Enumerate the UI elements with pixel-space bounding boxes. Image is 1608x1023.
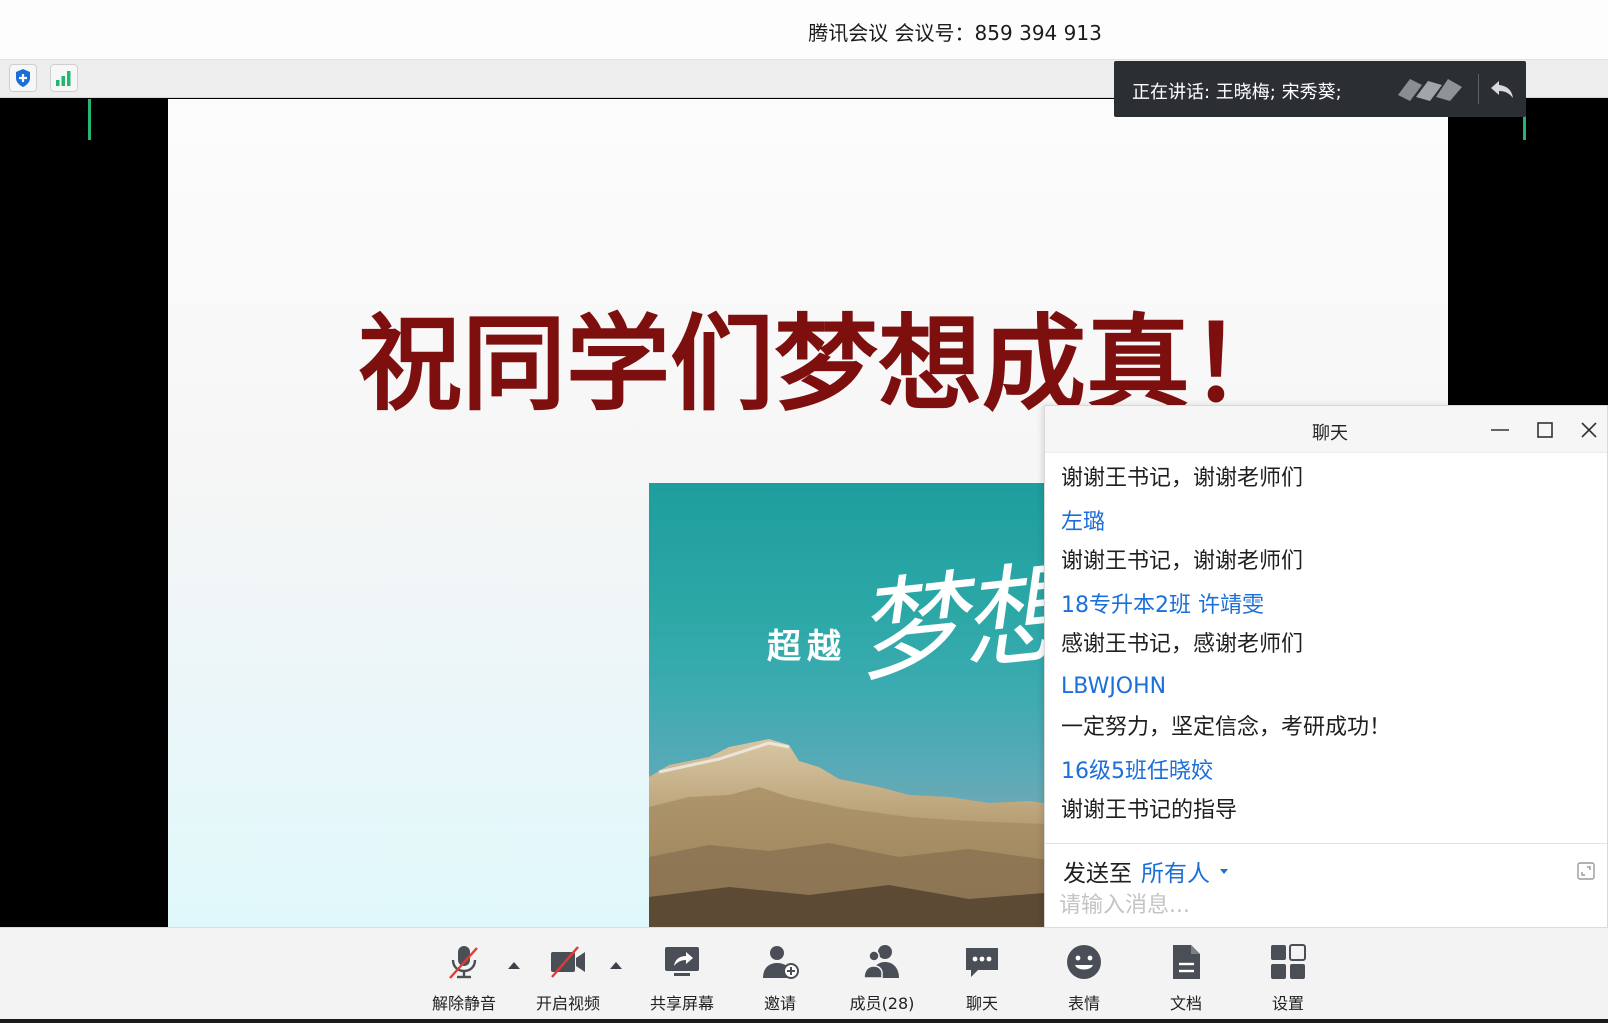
window-bottom-edge [0, 1019, 1608, 1023]
recipient-caret-icon[interactable] [1220, 869, 1228, 874]
documents-label: 文档 [1169, 994, 1202, 1013]
share-screen-label: 共享屏幕 [649, 994, 714, 1013]
share-screen-icon [665, 947, 699, 976]
chat-message-text: 感谢王书记，感谢老师们 [1061, 632, 1304, 657]
window-title: 腾讯会议 会议号：859 394 913 [808, 21, 1102, 45]
settings-button[interactable]: 设置 [1248, 928, 1328, 1020]
chat-message-text: 谢谢王书记，谢谢老师们 [1061, 466, 1304, 491]
chat-message-list[interactable]: 谢谢王书记，谢谢老师们 左璐 谢谢王书记，谢谢老师们 18专升本2班 许靖雯 感… [1045, 453, 1607, 843]
video-options-caret-icon[interactable] [608, 958, 624, 972]
emoji-icon [1067, 945, 1101, 979]
meeting-window: 腾讯会议 会议号：859 394 913 祝同学们梦想成真！ 超越 梦想 正在讲… [0, 0, 1608, 1023]
unmute-label: 解除静音 [431, 994, 496, 1013]
invite-label: 邀请 [763, 994, 796, 1013]
chat-title: 聊天 [1312, 423, 1348, 444]
invite-button[interactable]: 邀请 [740, 928, 820, 1020]
document-icon [1173, 945, 1200, 979]
start-video-button[interactable]: 开启视频 [522, 928, 614, 1020]
chat-label: 聊天 [965, 994, 998, 1013]
members-label: 成员(28) [849, 994, 915, 1013]
chat-message-sender: LBWJOHN [1061, 674, 1167, 699]
security-shield-icon[interactable] [9, 64, 37, 92]
chat-message-sender: 18专升本2班 许靖雯 [1061, 593, 1264, 618]
reactions-label: 表情 [1067, 994, 1100, 1013]
chat-button[interactable]: 聊天 [942, 928, 1022, 1020]
chat-message-text: 谢谢王书记的指导 [1061, 798, 1238, 823]
signal-strength-icon[interactable] [50, 64, 78, 92]
recipient-dropdown[interactable]: 所有人 [1141, 854, 1210, 888]
image-caption-small: 超越 [767, 627, 847, 667]
chat-message-sender: 16级5班任晓姣 [1061, 759, 1213, 784]
apps-grid-icon [1271, 944, 1306, 979]
title-bar: 腾讯会议 会议号：859 394 913 [0, 0, 1608, 60]
chat-header: 聊天 [1045, 406, 1607, 453]
speaker-avatars-icon [1398, 79, 1462, 101]
members-button[interactable]: 成员(28) [832, 928, 932, 1020]
maximize-icon[interactable] [1533, 418, 1557, 442]
reactions-button[interactable]: 表情 [1044, 928, 1124, 1020]
chat-bubble-icon [966, 948, 998, 977]
chat-message-text: 一定努力，坚定信念，考研成功！ [1061, 715, 1392, 740]
members-icon [863, 945, 899, 979]
share-screen-button[interactable]: 共享屏幕 [632, 928, 732, 1020]
canyon-graphic [649, 739, 1069, 927]
chat-message-text: 谢谢王书记，谢谢老师们 [1061, 549, 1304, 574]
meeting-toolbar: 解除静音 开启视频 共享屏幕 邀请 成员(28) 聊天 表情 文档 设置 [0, 927, 1608, 1019]
video-off-icon [551, 946, 585, 978]
close-icon[interactable] [1577, 418, 1601, 442]
banner-divider [1478, 74, 1479, 104]
chat-compose-area: 发送至 所有人 [1045, 843, 1607, 928]
audio-options-caret-icon[interactable] [506, 958, 522, 972]
microphone-muted-icon [449, 946, 478, 979]
documents-button[interactable]: 文档 [1146, 928, 1226, 1020]
send-to-label: 发送至 [1063, 861, 1132, 887]
collapse-back-icon[interactable] [1488, 76, 1516, 102]
unmute-button[interactable]: 解除静音 [418, 928, 510, 1020]
invite-user-icon [763, 946, 799, 979]
chat-message-sender: 左璐 [1061, 510, 1106, 535]
speaking-indicator-text: 正在讲话: 王晓梅; 宋秀葵; [1132, 82, 1342, 103]
slide-image: 超越 梦想 [649, 483, 1069, 927]
speaker-highlight-left [88, 99, 91, 140]
expand-input-icon[interactable] [1576, 861, 1596, 881]
chat-panel: 聊天 谢谢王书记，谢谢老师们 左璐 谢谢王书记，谢谢老师们 18专升本2班 许靖… [1044, 405, 1608, 928]
settings-label: 设置 [1271, 994, 1304, 1013]
chat-message-input[interactable] [1059, 888, 1579, 922]
minimize-icon[interactable] [1488, 418, 1512, 442]
speaking-banner: 正在讲话: 王晓梅; 宋秀葵; [1114, 61, 1526, 117]
start-video-label: 开启视频 [535, 994, 600, 1013]
image-caption-large: 梦想 [848, 548, 1069, 698]
